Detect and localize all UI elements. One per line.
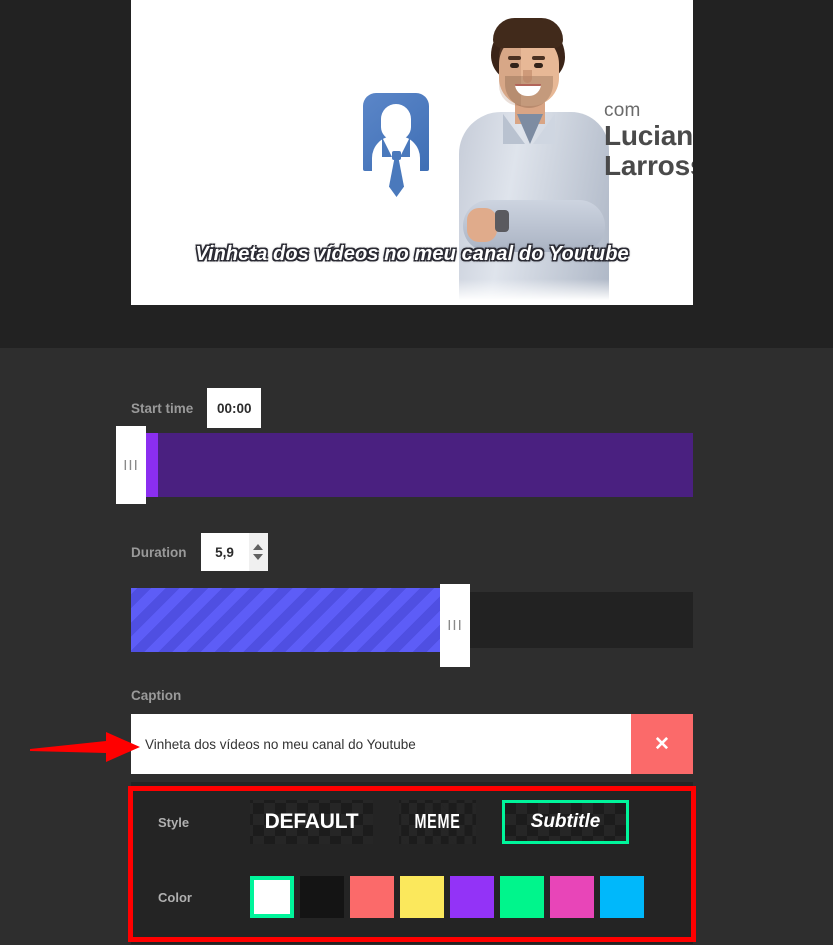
- color-swatch-spring-green[interactable]: [500, 876, 544, 918]
- video-frame[interactable]: com Luciano Larrossa Vinheta dos vídeos …: [131, 0, 693, 305]
- handle-grip-icon: III: [123, 456, 139, 474]
- caption-label: Caption: [131, 688, 182, 703]
- style-color-block: Style DEFAULT MEME Subtitle Color: [131, 782, 693, 944]
- duration-slider-fill: [131, 588, 441, 652]
- color-swatch-coral-red[interactable]: [350, 876, 394, 918]
- start-time-slider-accent: [146, 433, 158, 497]
- style-option-meme[interactable]: MEME: [399, 800, 476, 844]
- style-option-subtitle[interactable]: Subtitle: [502, 800, 629, 844]
- color-swatch-yellow[interactable]: [400, 876, 444, 918]
- duration-label: Duration: [131, 544, 187, 560]
- presenter-hair-top: [493, 18, 563, 48]
- presenter-watch: [495, 210, 509, 232]
- caption-input[interactable]: [131, 714, 631, 774]
- color-swatch-magenta[interactable]: [550, 876, 594, 918]
- channel-avatar-logo: [353, 93, 439, 213]
- style-row: Style DEFAULT MEME Subtitle: [131, 800, 640, 844]
- duration-value[interactable]: 5,9: [201, 533, 249, 571]
- color-swatch-cyan[interactable]: [600, 876, 644, 918]
- avatar-head-icon: [381, 104, 411, 140]
- style-option-default[interactable]: DEFAULT: [250, 800, 373, 844]
- brand-first-name: Luciano: [604, 120, 693, 151]
- duration-stepper[interactable]: 5,9: [200, 533, 268, 571]
- brand-text-block: com Luciano Larrossa: [604, 101, 693, 181]
- video-subtitle-overlay: Vinheta dos vídeos no meu canal do Youtu…: [195, 243, 629, 265]
- color-label: Color: [158, 889, 192, 905]
- editor-controls-panel: Start time 00:00 III Duration 5,9 III Ca…: [0, 348, 833, 945]
- caption-delete-button[interactable]: ✕: [631, 714, 693, 774]
- chevron-up-icon[interactable]: [253, 544, 263, 550]
- chevron-down-icon[interactable]: [253, 554, 263, 560]
- start-time-slider-track[interactable]: [146, 433, 693, 497]
- start-time-row: Start time 00:00: [131, 388, 262, 428]
- presenter-eye-right: [534, 63, 543, 68]
- color-swatch-black[interactable]: [300, 876, 344, 918]
- presenter-hand: [467, 208, 497, 242]
- style-label: Style: [158, 814, 190, 830]
- brand-last-name: Larrossa: [604, 150, 693, 181]
- duration-stepper-arrows: [248, 533, 268, 571]
- presenter-nose: [523, 70, 532, 83]
- color-swatch-purple[interactable]: [450, 876, 494, 918]
- start-time-value[interactable]: 00:00: [207, 388, 262, 428]
- avatar-collar-left-icon: [382, 137, 392, 157]
- duration-slider-handle[interactable]: III: [440, 584, 470, 667]
- avatar-collar-right-icon: [400, 137, 410, 157]
- caption-field-group: ✕: [131, 714, 693, 774]
- brand-prefix: com: [604, 100, 641, 121]
- start-time-label: Start time: [131, 400, 194, 416]
- video-preview-area: com Luciano Larrossa Vinheta dos vídeos …: [0, 0, 833, 348]
- presenter-eye-left: [510, 63, 519, 68]
- handle-grip-icon: III: [447, 617, 463, 634]
- video-caption-editor: com Luciano Larrossa Vinheta dos vídeos …: [0, 0, 833, 945]
- presenter-eyebrow-right: [532, 56, 545, 60]
- color-swatch-white[interactable]: [250, 876, 294, 918]
- presenter-eyebrow-left: [508, 56, 521, 60]
- presenter-bottom-fade: [429, 279, 619, 305]
- color-row: Color: [131, 876, 650, 918]
- start-time-slider-handle[interactable]: III: [116, 426, 146, 504]
- duration-row: Duration 5,9: [131, 533, 268, 571]
